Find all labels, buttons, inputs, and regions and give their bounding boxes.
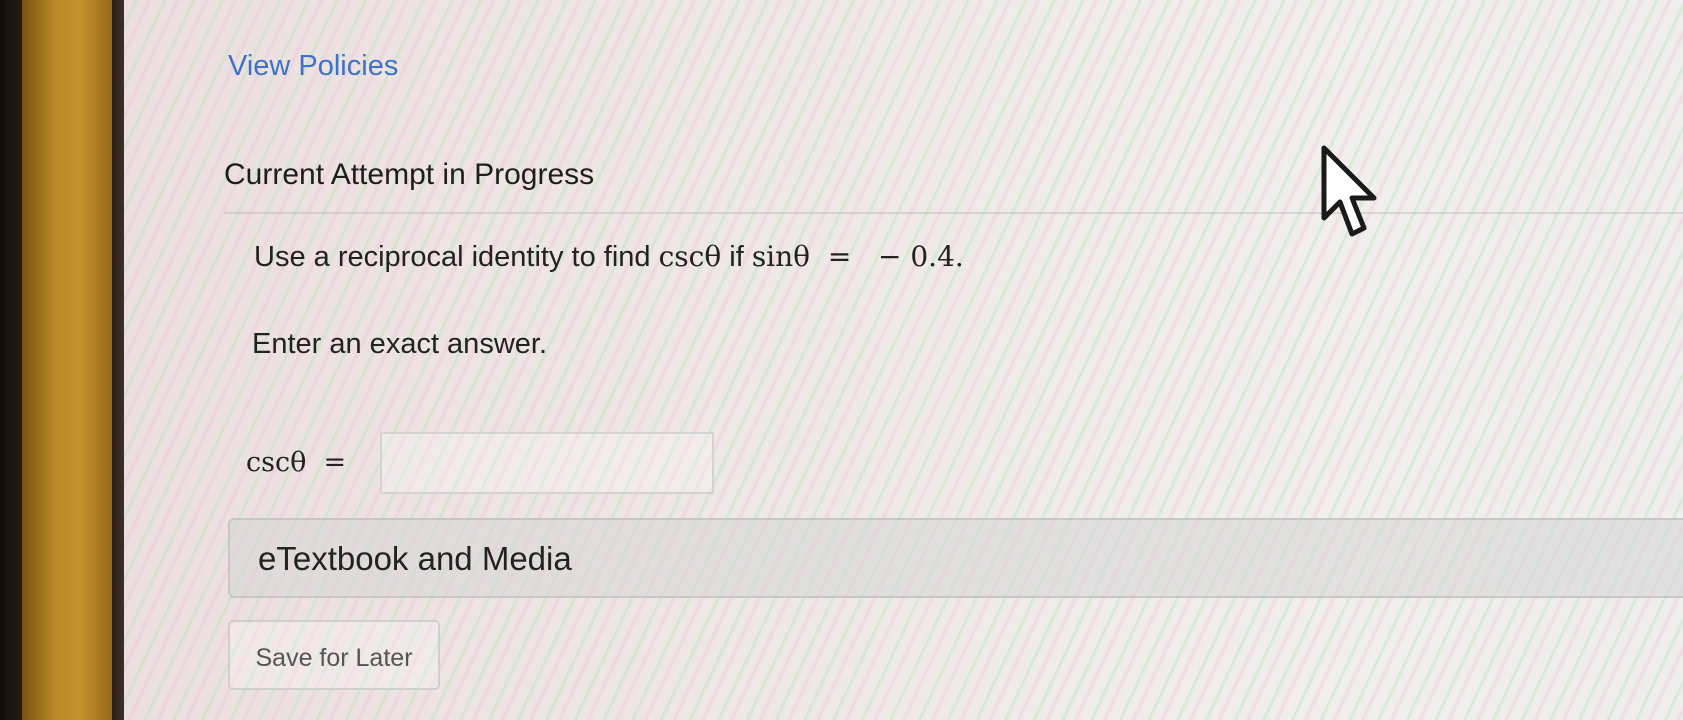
etextbook-media-panel[interactable]: eTextbook and Media [228,518,1683,598]
answer-label: cscθ = [246,447,347,478]
monitor-bezel-frame [22,0,118,720]
question-target-expression: cscθ [658,240,722,273]
question-prefix: Use a reciprocal identity to find [254,241,659,273]
section-divider [224,212,1683,214]
attempt-heading: Current Attempt in Progress [224,158,595,191]
question-middle: if [721,241,752,273]
question-given-expression: sinθ = − 0.4. [751,240,964,273]
answer-input[interactable] [380,432,714,494]
view-policies-link[interactable]: View Policies [228,50,398,83]
save-for-later-button[interactable]: Save for Later [228,620,440,690]
browser-page: View Policies Current Attempt in Progres… [124,0,1683,720]
answer-instruction: Enter an exact answer. [252,328,547,360]
etextbook-media-label: eTextbook and Media [258,540,572,577]
mouse-pointer-icon [1321,145,1377,237]
question-text: Use a reciprocal identity to find cscθ i… [254,240,964,274]
